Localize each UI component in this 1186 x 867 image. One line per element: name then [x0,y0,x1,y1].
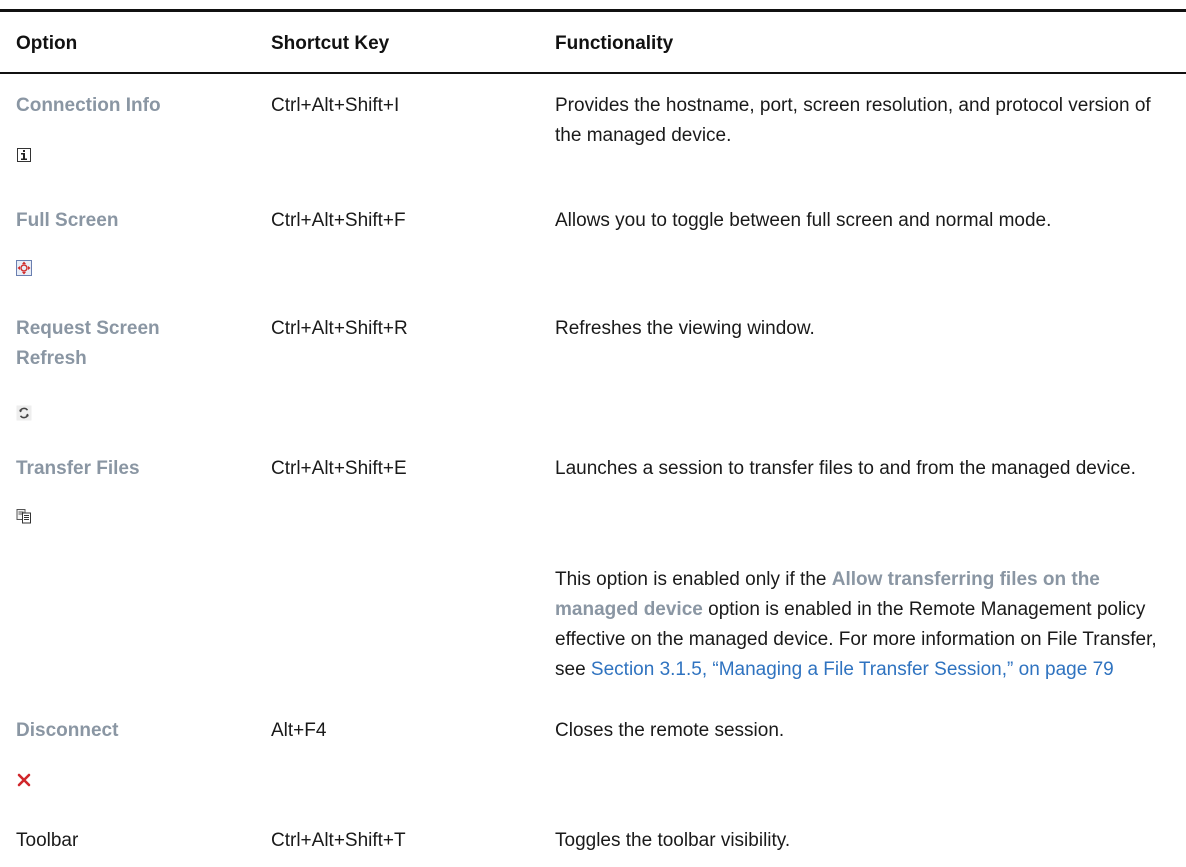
shortcut-key: Ctrl+Alt+Shift+E [271,458,407,479]
functionality-text: Toggles the toolbar visibility. [555,830,791,851]
transfer-files-note: This option is enabled only if the Allow… [555,565,1170,685]
functionality-text: Provides the hostname, port, screen reso… [555,95,1151,146]
functionality-text: Launches a session to transfer files to … [555,458,1136,479]
functionality-text: Refreshes the viewing window. [555,318,815,339]
option-toolbar: Toolbar [16,830,79,851]
column-header-option: Option [16,33,78,54]
info-icon [16,147,32,163]
option-transfer-files: Transfer Files [16,458,140,479]
functionality-text: Allows you to toggle between full screen… [555,210,1052,231]
transfer-files-icon [16,508,32,524]
shortcut-key: Ctrl+Alt+Shift+F [271,210,406,231]
option-disconnect: Disconnect [16,720,119,741]
note-prefix: This option is enabled only if the [555,569,832,590]
fullscreen-icon [16,260,32,276]
column-header-functionality: Functionality [555,33,674,54]
column-header-shortcut: Shortcut Key [271,33,390,54]
section-link[interactable]: Section 3.1.5, “Managing a File Transfer… [591,659,1114,680]
refresh-icon [16,405,32,421]
option-connection-info: Connection Info [16,95,161,116]
shortcut-key: Ctrl+Alt+Shift+T [271,830,406,851]
header-rule [0,72,1186,74]
functionality-text: Closes the remote session. [555,720,785,741]
close-icon [16,772,32,788]
shortcut-key: Alt+F4 [271,720,327,741]
shortcut-key: Ctrl+Alt+Shift+R [271,318,408,339]
option-request-screen-refresh: Request Screen Refresh [16,318,160,369]
table-top-rule [0,9,1186,12]
shortcut-key: Ctrl+Alt+Shift+I [271,95,400,116]
option-full-screen: Full Screen [16,210,119,231]
